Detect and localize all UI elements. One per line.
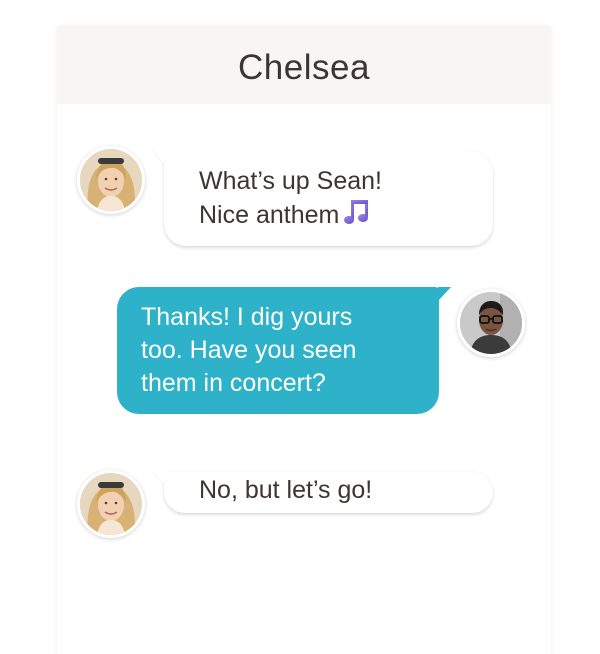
message-text-line: No, but let’s go!	[199, 476, 373, 504]
message-text-line: too. Have you seen	[141, 336, 357, 364]
message-bubble-incoming[interactable]: No, but let’s go!	[164, 472, 493, 513]
message-bubble-incoming[interactable]: What’s up Sean! Nice anthem	[164, 151, 493, 246]
contact-avatar[interactable]	[77, 146, 145, 214]
message-text-line: Thanks! I dig yours	[141, 303, 353, 331]
message-text-line: What’s up Sean!	[199, 167, 382, 195]
musical-notes-icon	[343, 198, 373, 226]
message-text-line: Nice anthem	[199, 198, 493, 232]
contact-avatar[interactable]	[77, 470, 145, 538]
contact-name[interactable]: Chelsea	[238, 48, 370, 88]
user-avatar[interactable]	[457, 289, 525, 357]
chat-header: Chelsea	[57, 26, 551, 104]
chat-screen: Chelsea What’s up Sean! Nice anthem Than…	[0, 0, 600, 654]
message-text-line: them in concert?	[141, 369, 326, 397]
message-bubble-outgoing[interactable]: Thanks! I dig yours too. Have you seen t…	[117, 287, 451, 414]
